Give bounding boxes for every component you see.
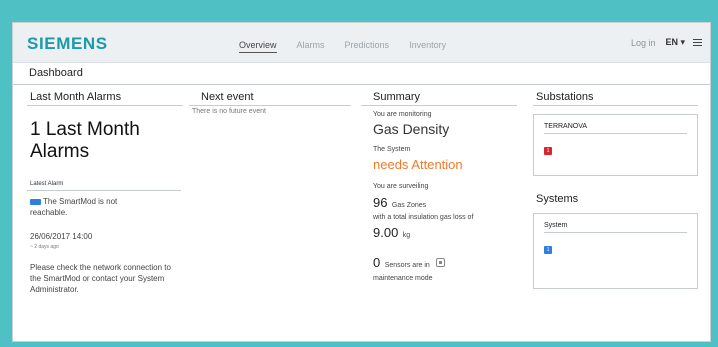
latest-alarm-text: The SmartMod is not reachable. xyxy=(30,197,118,217)
gas-zones-unit: Gas Zones xyxy=(391,202,427,209)
next-event-panel: Next event There is no future event xyxy=(189,86,351,115)
nav-overview[interactable]: Overview xyxy=(239,40,277,53)
gas-loss-unit: kg xyxy=(402,232,411,239)
last-month-alarms-panel: Last Month Alarms 1 Last Month Alarms La… xyxy=(27,86,183,295)
summary-header: Summary xyxy=(361,86,517,106)
systems-header: Systems xyxy=(536,193,579,205)
substation-card[interactable]: TERRANOVA 1 xyxy=(533,114,698,176)
system-badge[interactable]: 1 xyxy=(544,246,552,254)
gas-loss-value: 9.00 xyxy=(373,225,399,240)
substations-panel: Substations TERRANOVA 1 Systems System 1 xyxy=(533,86,698,289)
flag-icon xyxy=(30,198,41,205)
nav-predictions[interactable]: Predictions xyxy=(345,40,390,53)
app-window: SIEMENS Overview Alarms Predictions Inve… xyxy=(12,22,711,342)
maintenance-text: maintenance mode xyxy=(373,275,433,282)
surveiling-label: You are surveiling xyxy=(373,183,429,190)
no-event-text: There is no future event xyxy=(192,108,266,115)
gas-loss-row: 9.00 kg xyxy=(373,224,517,242)
substations-header: Substations xyxy=(533,86,698,106)
sensors-count: 0 xyxy=(373,255,381,270)
siemens-logo[interactable]: SIEMENS xyxy=(27,34,108,54)
monitoring-value: Gas Density xyxy=(373,121,450,137)
summary-panel: Summary You are monitoring Gas Density T… xyxy=(361,86,517,282)
top-bar: SIEMENS Overview Alarms Predictions Inve… xyxy=(13,23,710,63)
sensors-text: Sensors are in xyxy=(384,262,430,269)
system-name: System xyxy=(544,222,687,233)
latest-alarm-help: Please check the network connection to t… xyxy=(30,263,171,294)
substation-alarm-badge[interactable]: 1 xyxy=(544,147,552,155)
main-nav: Overview Alarms Predictions Inventory xyxy=(239,40,466,53)
latest-alarm-date: 26/06/2017 14:00 xyxy=(30,232,93,241)
nav-alarms[interactable]: Alarms xyxy=(297,40,325,53)
gas-zones-row: 96 Gas Zones xyxy=(373,194,517,212)
substation-name: TERRANOVA xyxy=(544,123,687,134)
latest-alarm-ago: ~ 2 days ago xyxy=(30,244,59,250)
nav-inventory[interactable]: Inventory xyxy=(409,40,446,53)
next-event-header: Next event xyxy=(189,86,351,106)
login-link[interactable]: Log in xyxy=(631,38,656,48)
alarm-count-text: 1 Last Month Alarms xyxy=(30,119,140,162)
system-status: needs Attention xyxy=(373,157,463,172)
monitoring-label: You are monitoring xyxy=(373,111,432,118)
sensors-row: 0 Sensors are in xyxy=(373,254,517,272)
system-card[interactable]: System 1 xyxy=(533,213,698,289)
page-title: Dashboard xyxy=(13,63,710,85)
system-label: The System xyxy=(373,146,411,153)
language-select[interactable]: EN ▾ xyxy=(665,37,685,48)
sensor-icon xyxy=(436,258,446,268)
top-right-controls: Log in EN ▾ xyxy=(631,37,702,48)
gas-loss-label: with a total insulation gas loss of xyxy=(373,214,474,221)
latest-alarm-message[interactable]: The SmartMod is not reachable. xyxy=(27,196,147,218)
gas-zones-count: 96 xyxy=(373,195,388,210)
last-month-alarms-header: Last Month Alarms xyxy=(27,86,183,106)
latest-alarm-label: Latest Alarm xyxy=(27,181,181,191)
menu-icon[interactable] xyxy=(693,39,702,46)
